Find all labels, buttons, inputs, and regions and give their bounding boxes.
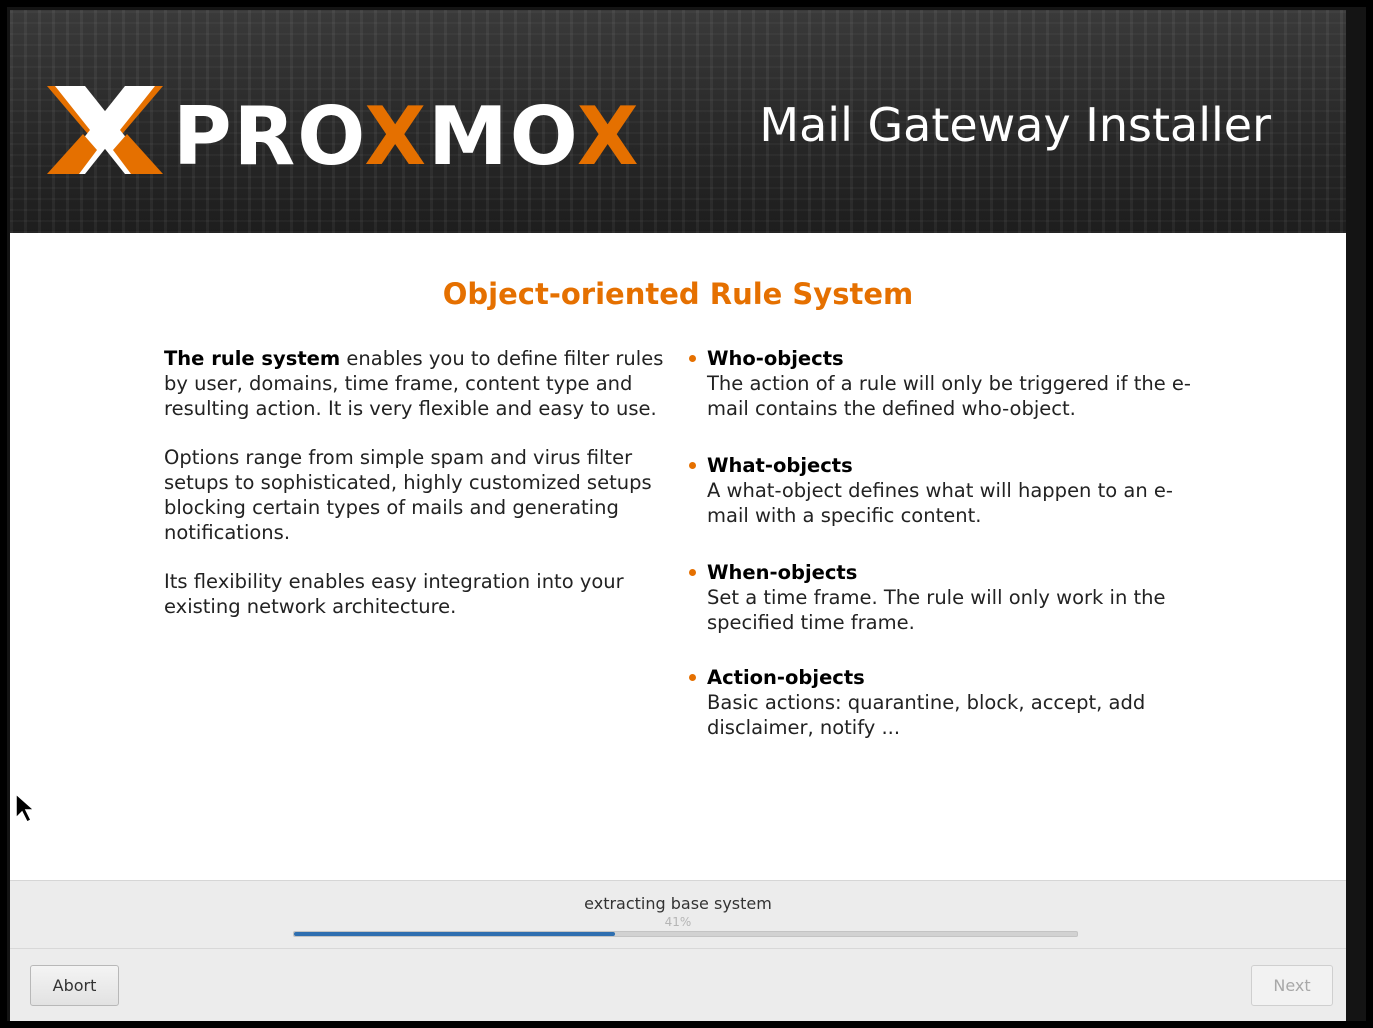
flexibility-paragraph: Its flexibility enables easy integration… bbox=[164, 570, 624, 618]
progress-status: extracting base system bbox=[584, 894, 772, 913]
progress-bar bbox=[293, 931, 1078, 937]
list-item-title: Who-objects bbox=[707, 347, 844, 370]
page-title: Object-oriented Rule System bbox=[442, 277, 914, 311]
intro-paragraph: The rule system enables you to define fi… bbox=[164, 346, 674, 421]
next-button[interactable]: Next bbox=[1251, 965, 1333, 1006]
logo-wordmark: PROXMOX bbox=[173, 90, 641, 180]
options-paragraph: Options range from simple spam and virus… bbox=[164, 446, 652, 544]
list-item: Who-objects The action of a rule will on… bbox=[683, 346, 1203, 421]
progress-fill bbox=[294, 932, 616, 936]
list-item-text: A what-object defines what will happen t… bbox=[707, 479, 1173, 527]
progress-percent: 41% bbox=[664, 915, 692, 929]
description-column: The rule system enables you to define fi… bbox=[164, 346, 674, 643]
main-content: Object-oriented Rule System The rule sys… bbox=[10, 233, 1346, 880]
list-item: Action-objects Basic actions: quarantine… bbox=[683, 665, 1203, 740]
list-item-text: Basic actions: quarantine, block, accept… bbox=[707, 691, 1146, 739]
object-list: Who-objects The action of a rule will on… bbox=[683, 346, 1203, 740]
list-item-title: What-objects bbox=[707, 454, 853, 477]
intro-bold: The rule system bbox=[164, 347, 341, 370]
button-bar: Abort Next bbox=[10, 948, 1346, 1021]
installer-title: Mail Gateway Installer bbox=[759, 98, 1271, 152]
bullet-icon bbox=[689, 569, 696, 576]
proxmox-x-icon bbox=[47, 86, 163, 174]
header-banner: PROXMOX Mail Gateway Installer bbox=[10, 10, 1346, 233]
abort-button[interactable]: Abort bbox=[30, 965, 119, 1006]
bullet-icon bbox=[689, 355, 696, 362]
proxmox-logo: PROXMOX bbox=[47, 86, 641, 180]
list-item-text: The action of a rule will only be trigge… bbox=[707, 372, 1191, 420]
list-item-text: Set a time frame. The rule will only wor… bbox=[707, 586, 1166, 634]
progress-section: extracting base system 41% bbox=[10, 880, 1346, 949]
list-item: When-objects Set a time frame. The rule … bbox=[683, 560, 1203, 635]
bullet-icon bbox=[689, 674, 696, 681]
mouse-cursor-icon bbox=[15, 792, 36, 824]
list-item-title: When-objects bbox=[707, 561, 858, 584]
list-item-title: Action-objects bbox=[707, 666, 865, 689]
list-item: What-objects A what-object defines what … bbox=[683, 453, 1203, 528]
bullet-icon bbox=[689, 462, 696, 469]
